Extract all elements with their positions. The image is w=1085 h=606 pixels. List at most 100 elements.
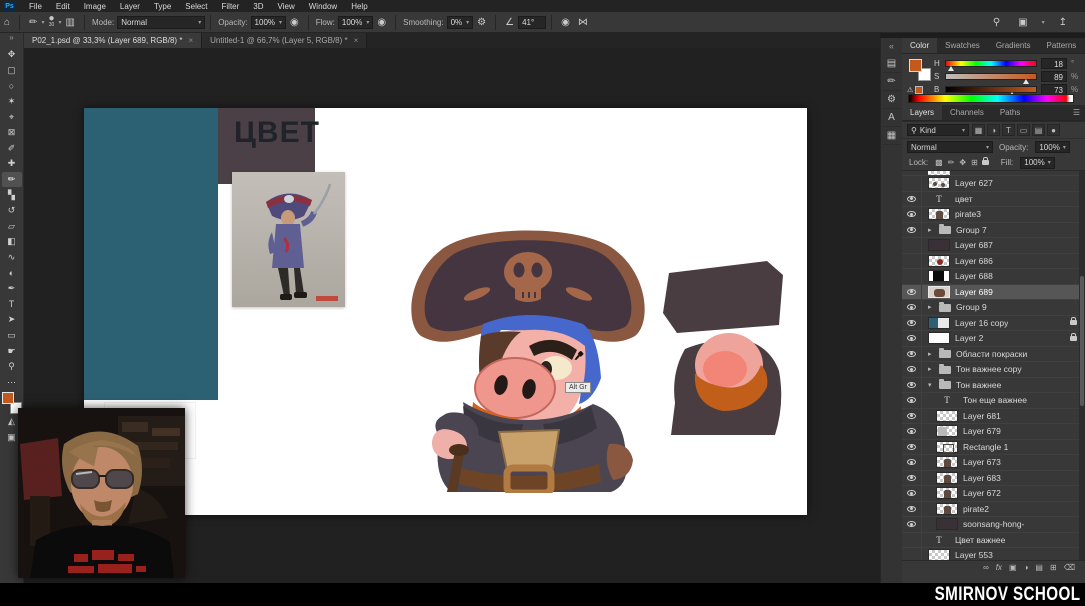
visibility-toggle[interactable] [902,316,922,331]
group-chevron-icon[interactable]: ▸ [928,365,934,373]
layer-row[interactable]: Layer 687 [902,238,1085,254]
layer-effects-icon[interactable]: fx [996,563,1002,572]
layer-row[interactable]: Layer 679 [902,424,1085,440]
visibility-toggle[interactable] [902,347,922,362]
brush-preset-icon[interactable]: ✏ [25,17,41,28]
visibility-toggle[interactable] [902,533,922,548]
layer-row[interactable]: ▸ Области покраски [902,347,1085,363]
visibility-toggle[interactable] [902,378,922,393]
visibility-toggle[interactable] [902,176,922,191]
workspace-switcher-icon[interactable]: ▣ [1014,17,1031,28]
layer-row[interactable]: Rectangle 1 [902,440,1085,456]
filter-attribute-icon[interactable]: ● [1047,124,1060,136]
layer-row[interactable]: Layer 689 [902,285,1085,301]
visibility-toggle[interactable] [902,440,922,455]
menu-item[interactable]: View [271,2,302,11]
filter-type-icon[interactable]: T [1002,124,1015,136]
crop-tool[interactable]: ⌖ [2,109,22,125]
panel-tab[interactable]: Swatches [937,38,988,53]
visibility-toggle[interactable] [902,238,922,253]
layer-row[interactable]: Layer 16 copy [902,316,1085,332]
layer-group-icon[interactable]: ▤ [1035,563,1043,572]
layer-row[interactable]: Layer 2 [902,331,1085,347]
chevron-down-icon[interactable]: ▾ [1042,19,1045,26]
magic-wand-tool[interactable]: ✶ [2,94,22,110]
visibility-toggle[interactable] [902,455,922,470]
edit-toolbar[interactable]: ⋯ [2,374,22,390]
visibility-toggle[interactable] [902,471,922,486]
dodge-tool[interactable]: ◐ [2,265,22,281]
menu-item[interactable]: Filter [215,2,247,11]
marquee-tool[interactable]: ▢ [2,63,22,79]
type-tool[interactable]: T [2,297,22,313]
layer-row[interactable]: Layer 627 [902,176,1085,192]
saturation-slider[interactable] [945,73,1037,80]
menu-item[interactable]: Edit [49,2,77,11]
visibility-toggle[interactable] [902,517,922,532]
libraries-panel-icon[interactable]: ▦ [883,127,901,145]
search-icon[interactable]: ⚲ [989,17,1004,28]
hue-slider[interactable] [945,60,1037,67]
menu-item[interactable]: File [22,2,49,11]
lock-artboard-icon[interactable]: ⊞ [971,158,978,167]
close-icon[interactable]: × [354,36,359,45]
visibility-toggle[interactable] [902,300,922,315]
layer-blend-mode-select[interactable]: Normal▾ [907,141,993,153]
layer-opacity-field[interactable]: 100%▾ [1035,141,1069,153]
history-panel-icon[interactable]: ▤ [883,55,901,73]
layer-row[interactable]: Layer 681 [902,409,1085,425]
blend-mode-select[interactable]: Normal▾ [117,16,205,29]
pen-tool[interactable]: ✒ [2,281,22,297]
clone-stamp-tool[interactable]: ▚ [2,187,22,203]
color-spectrum-ramp[interactable] [908,94,1074,103]
brightness-slider[interactable] [945,86,1037,93]
layer-row[interactable]: pirate2 [902,502,1085,518]
hand-tool[interactable]: ☛ [2,343,22,359]
menu-item[interactable]: Image [77,2,113,11]
path-select-tool[interactable]: ➤ [2,312,22,328]
delete-layer-icon[interactable]: ⌫ [1064,563,1075,572]
group-chevron-icon[interactable]: ▸ [928,226,934,234]
layer-row[interactable]: T Цвет важнее [902,533,1085,549]
visibility-toggle[interactable] [902,502,922,517]
hue-value-field[interactable]: 18 [1041,58,1067,69]
layer-row[interactable]: Layer 688 [902,269,1085,285]
document-tab[interactable]: P02_1.psd @ 33,3% (Layer 689, RGB/8) *× [24,33,202,48]
toggle-brush-panel-icon[interactable]: ▥ [62,17,79,28]
foreground-color-swatch[interactable] [2,392,14,404]
brush-size-preview[interactable]: ●30 [44,16,58,28]
brush-tool[interactable]: ✏ [2,172,22,188]
home-icon[interactable]: ⌂ [0,17,14,28]
lock-all-icon[interactable] [982,160,989,165]
menu-item[interactable]: 3D [246,2,270,11]
layer-row[interactable]: ▸ Group 9 [902,300,1085,316]
filter-pixel-icon[interactable]: ▦ [972,124,985,136]
menu-item[interactable]: Window [302,2,344,11]
layer-row[interactable]: Layer 553 [902,548,1085,560]
layer-row[interactable]: Layer 672 [902,486,1085,502]
properties-panel-icon[interactable]: ⚙ [883,91,901,109]
expand-panels-icon[interactable]: « [889,38,894,53]
visibility-toggle[interactable] [902,393,922,408]
menu-item[interactable]: Layer [113,2,147,11]
lock-transparent-icon[interactable]: ▩ [935,158,943,167]
shape-tool[interactable]: ▭ [2,328,22,344]
layer-row[interactable]: T цвет [902,192,1085,208]
filter-adjustment-icon[interactable]: ◑ [987,124,1000,136]
saturation-value-field[interactable]: 89 [1041,71,1067,82]
smudge-tool[interactable]: ∿ [2,250,22,266]
eraser-tool[interactable]: ▱ [2,219,22,235]
group-chevron-icon[interactable]: ▾ [928,381,934,389]
visibility-toggle[interactable] [902,207,922,222]
artboard[interactable]: ЦВЕТ [84,108,807,515]
layer-filter-select[interactable]: ⚲ Kind ▾ [907,124,969,136]
frame-tool[interactable]: ⊠ [2,125,22,141]
visibility-toggle[interactable] [902,486,922,501]
visibility-toggle[interactable] [902,269,922,284]
visibility-toggle[interactable] [902,254,922,269]
smoothing-options-icon[interactable]: ⚙ [473,17,490,28]
history-brush-tool[interactable]: ↺ [2,203,22,219]
gamut-warning[interactable]: ⚠ [907,86,923,94]
scrollbar-thumb[interactable] [1080,276,1084,406]
visibility-toggle[interactable] [902,192,922,207]
